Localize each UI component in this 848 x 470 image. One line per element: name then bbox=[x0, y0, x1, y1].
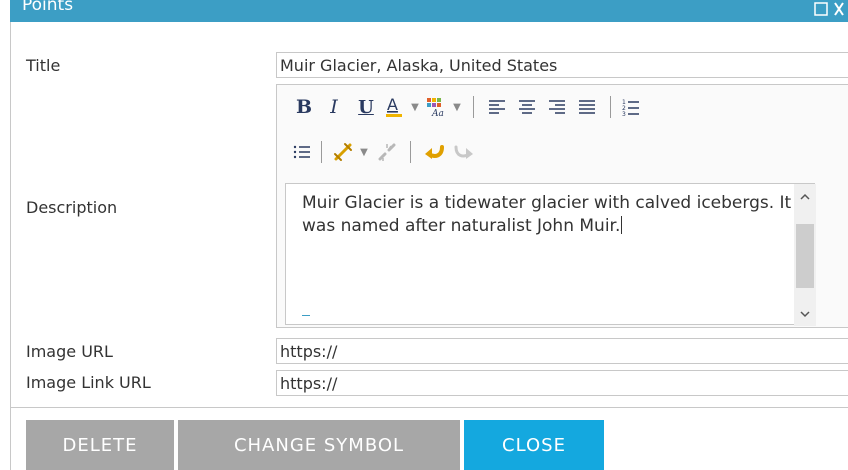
window-header: Points bbox=[10, 0, 848, 22]
window-title: Points bbox=[22, 0, 74, 15]
font-color-icon[interactable]: A bbox=[381, 93, 407, 121]
title-input[interactable]: Muir Glacier, Alaska, United States bbox=[276, 52, 848, 78]
delete-button[interactable]: DELETE bbox=[26, 420, 174, 470]
toolbar-separator bbox=[321, 141, 322, 163]
redo-icon[interactable] bbox=[449, 138, 479, 166]
close-icon[interactable] bbox=[834, 2, 844, 16]
toolbar-separator bbox=[473, 96, 474, 118]
image-link-url-label: Image Link URL bbox=[26, 373, 151, 392]
text-cursor bbox=[621, 216, 623, 234]
footer-divider bbox=[10, 407, 848, 408]
undo-icon[interactable] bbox=[419, 138, 449, 166]
svg-text:Aa: Aa bbox=[431, 109, 444, 118]
svg-text:3: 3 bbox=[622, 111, 626, 117]
image-url-label: Image URL bbox=[26, 342, 113, 361]
description-label: Description bbox=[26, 198, 118, 217]
unordered-list-icon[interactable] bbox=[291, 138, 313, 166]
description-editor: B I U A ▼ Aa ▼ 1 2 3 ▼ Muir Glacier is a… bbox=[276, 84, 848, 328]
svg-text:A: A bbox=[387, 95, 398, 114]
font-color-dropdown-icon[interactable]: ▼ bbox=[407, 93, 423, 121]
paragraph-marker bbox=[302, 315, 310, 316]
align-center-icon[interactable] bbox=[512, 93, 542, 121]
align-right-icon[interactable] bbox=[542, 93, 572, 121]
unlink-icon[interactable] bbox=[372, 138, 402, 166]
scroll-down-icon[interactable] bbox=[794, 304, 816, 324]
editor-toolbar-row-1: B I U A ▼ Aa ▼ 1 2 3 bbox=[291, 92, 643, 122]
underline-button[interactable]: U bbox=[351, 93, 381, 121]
description-scrollbar[interactable] bbox=[794, 184, 816, 326]
italic-button[interactable]: I bbox=[317, 93, 351, 121]
ordered-list-icon[interactable]: 1 2 3 bbox=[619, 93, 643, 121]
editor-toolbar-row-2: ▼ bbox=[291, 137, 479, 167]
toolbar-separator bbox=[410, 141, 411, 163]
change-symbol-button[interactable]: CHANGE SYMBOL bbox=[178, 420, 460, 470]
dialog-left-border bbox=[10, 22, 11, 470]
highlight-dropdown-icon[interactable]: ▼ bbox=[449, 93, 465, 121]
description-textarea[interactable]: Muir Glacier is a tidewater glacier with… bbox=[285, 183, 816, 326]
description-text: Muir Glacier is a tidewater glacier with… bbox=[302, 193, 792, 236]
maximize-icon[interactable] bbox=[814, 2, 828, 16]
align-left-icon[interactable] bbox=[482, 93, 512, 121]
title-label: Title bbox=[26, 56, 61, 75]
link-dropdown-icon[interactable]: ▼ bbox=[356, 138, 372, 166]
image-url-input[interactable]: https:// bbox=[276, 338, 848, 364]
toolbar-separator bbox=[610, 96, 611, 118]
highlight-color-icon[interactable]: Aa bbox=[423, 93, 449, 121]
image-link-url-input[interactable]: https:// bbox=[276, 370, 848, 396]
scroll-thumb[interactable] bbox=[796, 224, 814, 288]
scroll-up-icon[interactable] bbox=[794, 186, 816, 206]
close-button[interactable]: CLOSE bbox=[464, 420, 604, 470]
link-icon[interactable] bbox=[330, 138, 356, 166]
justify-icon[interactable] bbox=[572, 93, 602, 121]
bold-button[interactable]: B bbox=[291, 93, 317, 121]
